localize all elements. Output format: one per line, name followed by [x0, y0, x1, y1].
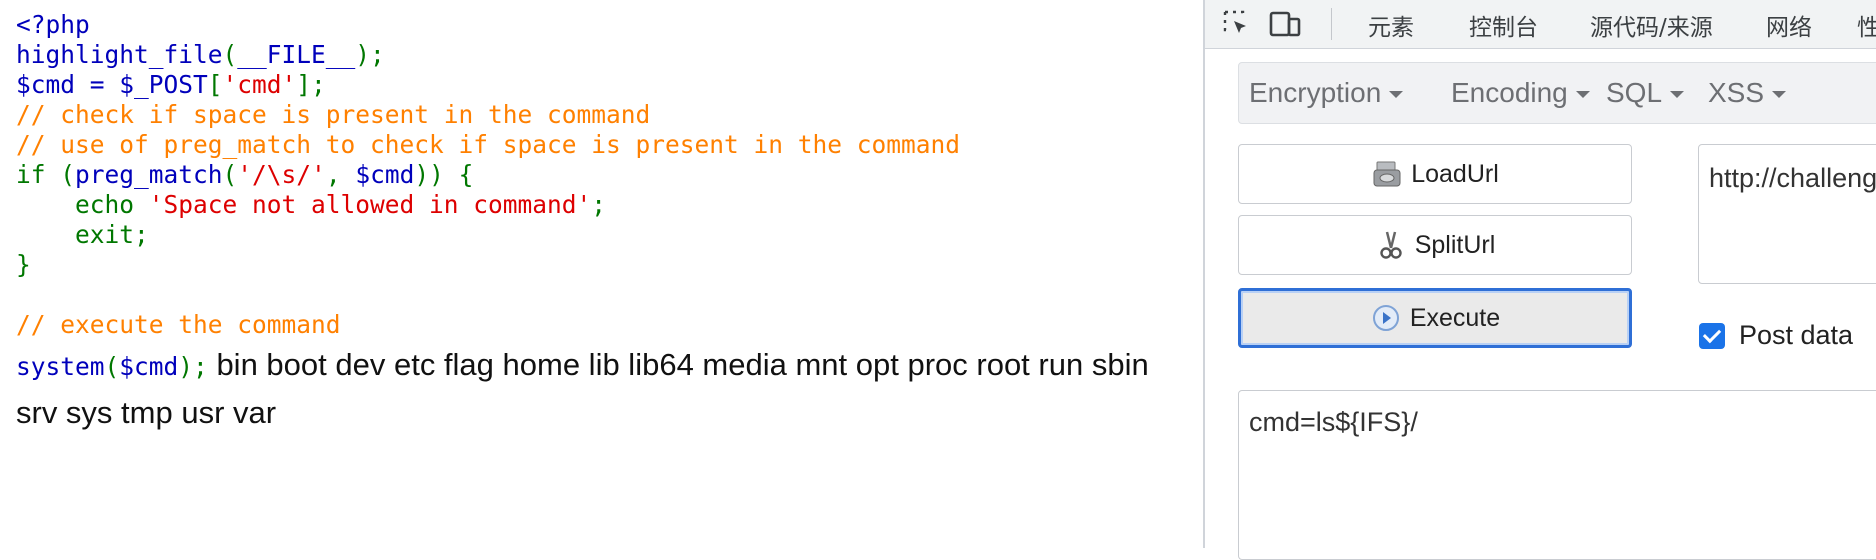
toolbar-separator — [1331, 8, 1332, 40]
semicolon: ; — [591, 190, 607, 219]
paren-close: ); — [355, 40, 385, 69]
chevron-down-icon — [1389, 91, 1404, 99]
tab-elements[interactable]: 元素 — [1368, 8, 1414, 42]
string-regex: '/\s/' — [237, 160, 326, 189]
menu-encoding-label: Encoding — [1451, 77, 1568, 108]
comment-execute: // execute the command — [16, 310, 341, 339]
scissors-icon — [1380, 231, 1402, 259]
brace-close: } — [16, 250, 31, 279]
bracket-close: ]; — [296, 70, 326, 99]
comment-check-space: // check if space is present in the comm… — [16, 100, 651, 129]
load-url-icon — [1373, 161, 1401, 187]
paren-close-brace: )) { — [414, 160, 474, 189]
post-body-value: cmd=ls${IFS}/ — [1249, 407, 1418, 437]
devtools-panel: 元素 控制台 源代码/来源 网络 性 Encryption Encoding S… — [1203, 0, 1876, 560]
const-file: __FILE__ — [237, 40, 356, 69]
tab-performance[interactable]: 性 — [1857, 8, 1876, 42]
fn-system: system — [16, 352, 105, 381]
play-icon — [1372, 305, 1399, 331]
execute-button[interactable]: Execute — [1238, 288, 1632, 348]
kw-if: if ( — [16, 160, 76, 189]
menu-xss-label: XSS — [1708, 77, 1765, 108]
execute-label: Execute — [1409, 303, 1501, 332]
comment-preg-match: // use of preg_match to check if space i… — [16, 130, 961, 159]
post-data-label: Post data — [1739, 320, 1854, 350]
fn-preg-match: preg_match — [75, 160, 223, 189]
paren: ( — [222, 160, 238, 189]
inspect-element-icon[interactable] — [1219, 6, 1255, 42]
php-source-pane: <?php highlight_file(__FILE__); $cmd = $… — [0, 0, 1203, 548]
menu-encryption-label: Encryption — [1249, 77, 1382, 108]
comma: , — [325, 160, 356, 189]
paren: ( — [104, 352, 120, 381]
var-assignment: $cmd = $_POST — [16, 70, 208, 99]
bracket-open: [ — [207, 70, 223, 99]
php-source-code: <?php highlight_file(__FILE__); $cmd = $… — [16, 10, 960, 340]
device-toolbar-icon[interactable] — [1267, 6, 1303, 42]
chevron-down-icon — [1575, 91, 1590, 99]
kw-echo: echo — [16, 190, 149, 219]
tab-console[interactable]: 控制台 — [1469, 8, 1538, 42]
menu-encoding[interactable]: Encoding — [1451, 77, 1590, 109]
load-url-label: LoadUrl — [1411, 159, 1499, 188]
fn-highlight-file: highlight_file — [16, 40, 223, 69]
php-open-tag: <?php — [16, 10, 90, 39]
menu-sql-label: SQL — [1606, 77, 1663, 108]
url-input-value: http://challeng — [1709, 163, 1876, 193]
tab-network[interactable]: 网络 — [1766, 8, 1812, 42]
chevron-down-icon — [1772, 91, 1787, 99]
tab-sources[interactable]: 源代码/来源 — [1590, 8, 1713, 42]
command-output: system($cmd); bin boot dev etc flag home… — [16, 342, 1186, 436]
paren: ( — [222, 40, 238, 69]
post-data-checkbox[interactable] — [1699, 322, 1725, 349]
hackbar-menu-bar: Encryption Encoding SQL XSS — [1238, 62, 1876, 124]
devtools-toolbar: 元素 控制台 源代码/来源 网络 性 — [1205, 0, 1876, 49]
string-space-not-allowed: 'Space not allowed in command' — [148, 190, 592, 219]
post-data-toggle[interactable]: Post data — [1699, 320, 1853, 351]
post-body-input[interactable]: cmd=ls${IFS}/ — [1238, 390, 1876, 560]
var-cmd: $cmd — [355, 160, 415, 189]
load-url-button[interactable]: LoadUrl — [1238, 144, 1632, 204]
split-url-button[interactable]: SplitUrl — [1238, 215, 1632, 275]
paren-close: ); — [178, 352, 208, 381]
chevron-down-icon — [1670, 91, 1685, 99]
string-cmd: 'cmd' — [222, 70, 297, 99]
var-cmd: $cmd — [119, 352, 179, 381]
menu-xss[interactable]: XSS — [1708, 77, 1787, 109]
split-url-label: SplitUrl — [1414, 230, 1496, 259]
menu-sql[interactable]: SQL — [1606, 77, 1685, 109]
kw-exit: exit; — [16, 220, 149, 249]
url-input[interactable]: http://challeng — [1698, 144, 1876, 284]
menu-encryption[interactable]: Encryption — [1249, 77, 1404, 109]
